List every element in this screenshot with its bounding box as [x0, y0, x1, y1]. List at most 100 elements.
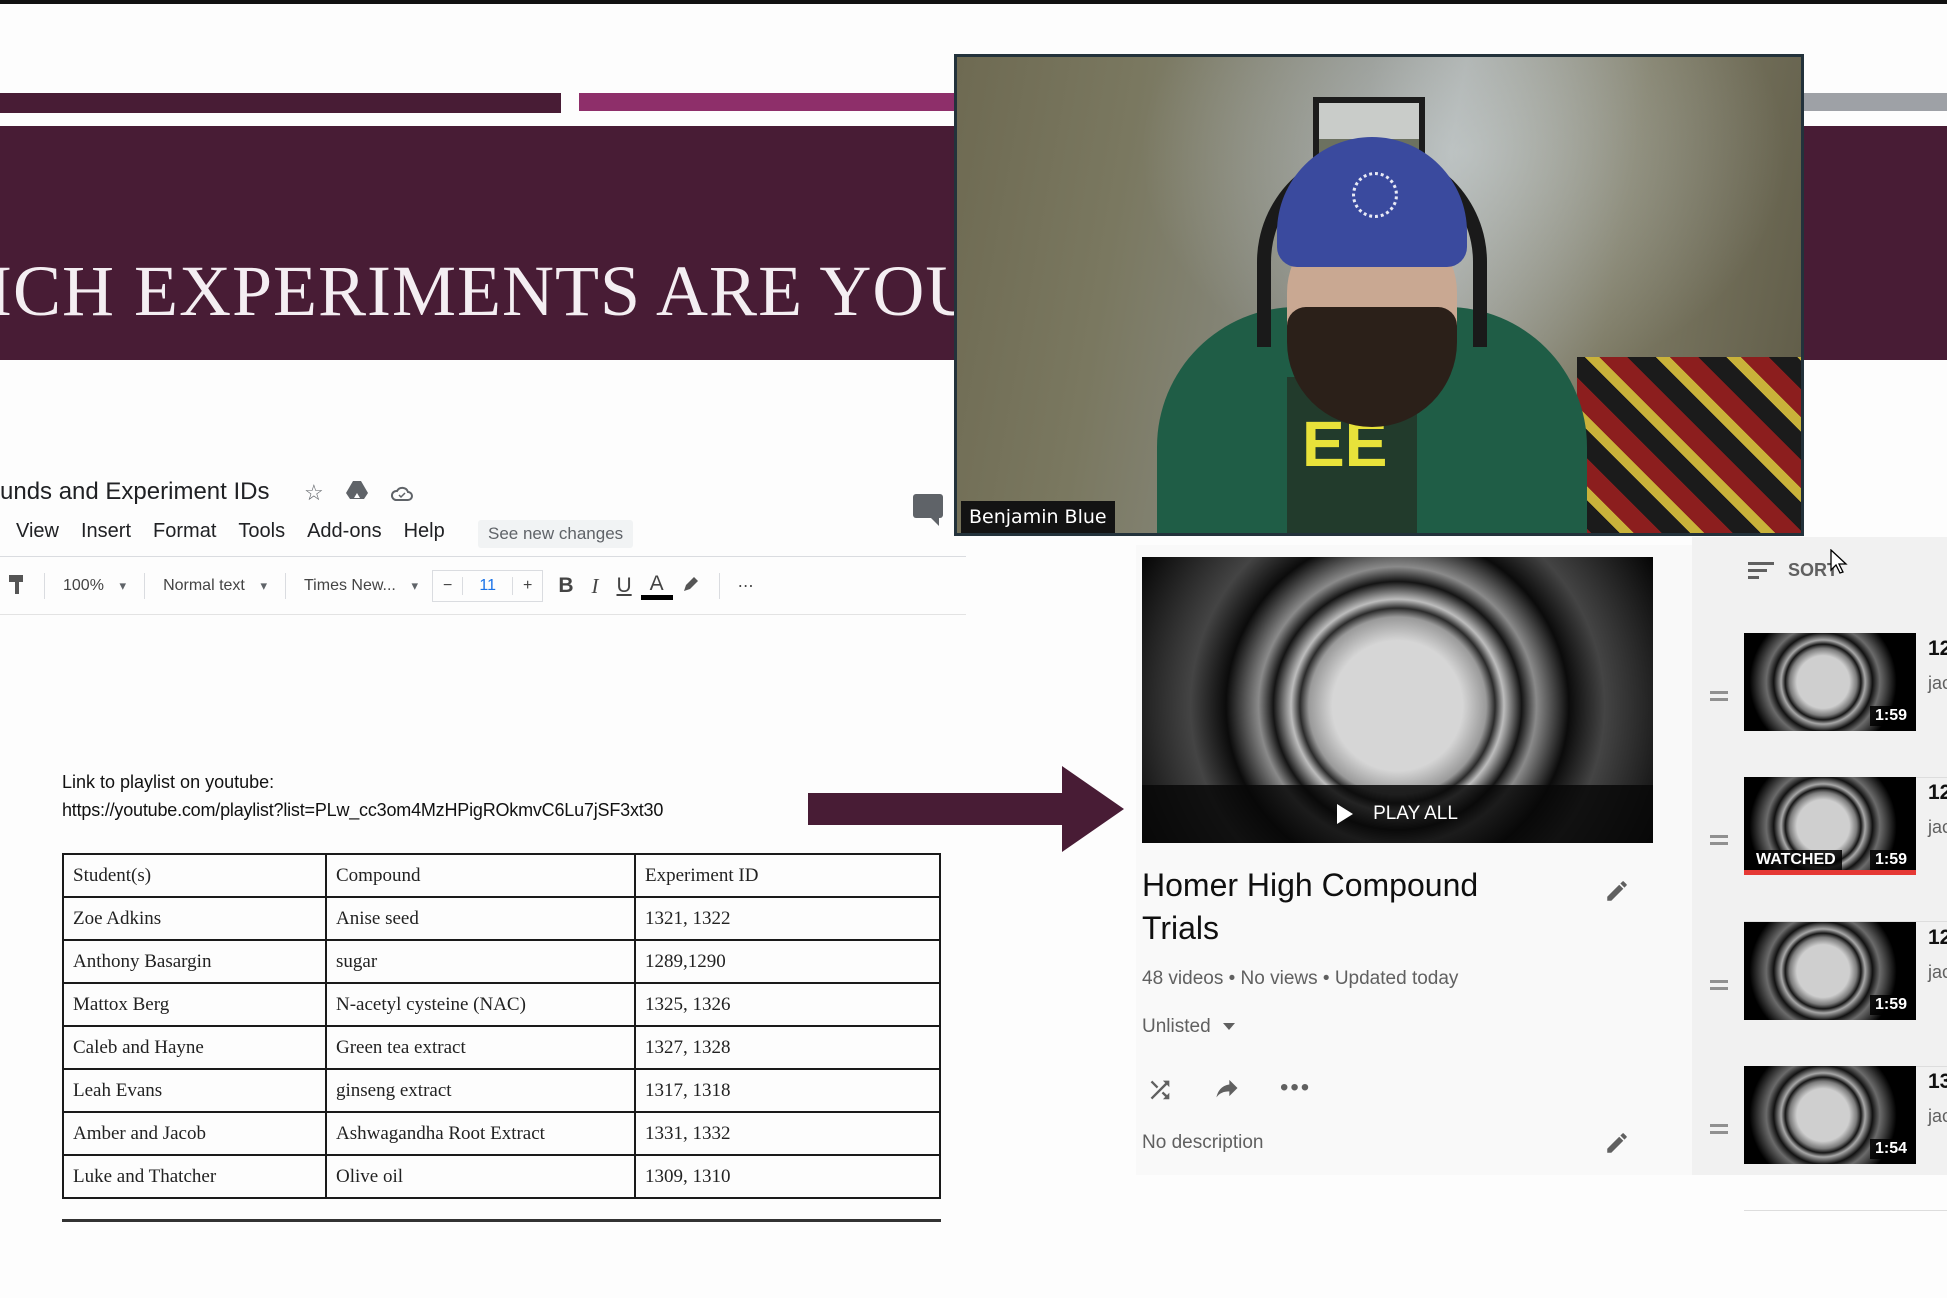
- table-row: Zoe Adkins Anise seed 1321, 1322: [62, 896, 941, 941]
- play-all-button[interactable]: PLAY ALL: [1142, 785, 1653, 843]
- sort-icon: [1748, 561, 1774, 580]
- experiment-id-cell: 1331, 1332: [634, 1111, 941, 1156]
- compound-cell: Ashwagandha Root Extract: [325, 1111, 636, 1156]
- video-duration: 1:59: [1869, 706, 1912, 726]
- video-duration: 1:59: [1869, 850, 1912, 870]
- student-cell: Leah Evans: [62, 1068, 327, 1113]
- video-channel[interactable]: jac: [1928, 962, 1947, 983]
- italic-button[interactable]: I: [582, 574, 607, 599]
- privacy-dropdown[interactable]: Unlisted: [1142, 1016, 1235, 1038]
- edit-description-pencil-icon[interactable]: [1604, 1130, 1630, 1161]
- edit-title-pencil-icon[interactable]: [1604, 878, 1630, 909]
- document-menu-bar: View Insert Format Tools Add-ons Help: [16, 520, 445, 543]
- slide-accent-bar-dark: [0, 93, 561, 113]
- more-actions-icon[interactable]: •••: [1280, 1074, 1311, 1102]
- menu-insert[interactable]: Insert: [81, 520, 131, 543]
- video-channel[interactable]: jac: [1928, 817, 1947, 838]
- compound-cell: ginseng extract: [325, 1068, 636, 1113]
- paragraph-style-select[interactable]: Normal text: [155, 577, 275, 595]
- toolbar-divider-bottom: [0, 614, 966, 615]
- paint-format-icon[interactable]: [0, 573, 34, 600]
- menu-tools[interactable]: Tools: [238, 520, 285, 543]
- playlist-stats: 48 videos • No views • Updated today: [1142, 968, 1459, 989]
- table-row: Luke and Thatcher Olive oil 1309, 1310: [62, 1154, 941, 1199]
- compound-cell: Green tea extract: [325, 1025, 636, 1070]
- table-row: Amber and Jacob Ashwagandha Root Extract 1…: [62, 1111, 941, 1156]
- menu-format[interactable]: Format: [153, 520, 216, 543]
- video-channel[interactable]: jac: [1928, 1106, 1947, 1127]
- beanie-logo: [1352, 172, 1398, 218]
- webcam-video-tile[interactable]: EE Benjamin Blue: [954, 54, 1804, 536]
- play-icon: [1337, 804, 1354, 824]
- playlist-link-label: Link to playlist on youtube:: [62, 772, 275, 792]
- student-cell: Zoe Adkins: [62, 896, 327, 941]
- playlist-video-item[interactable]: 1:59 12 jac: [1692, 633, 1947, 778]
- experiment-id-cell: 1327, 1328: [634, 1025, 941, 1070]
- highlighter-icon[interactable]: [673, 574, 709, 599]
- video-title[interactable]: 12: [1928, 781, 1947, 805]
- text-color-button[interactable]: A: [640, 572, 673, 600]
- star-icon[interactable]: ☆: [304, 480, 324, 506]
- compound-cell: sugar: [325, 939, 636, 984]
- video-duration: 1:54: [1869, 1139, 1912, 1159]
- experiment-id-cell: 1317, 1318: [634, 1068, 941, 1113]
- list-divider: [1744, 1210, 1947, 1211]
- toolbar-divider-top: [0, 556, 966, 557]
- drag-handle-icon[interactable]: [1710, 980, 1728, 990]
- video-title[interactable]: 13: [1928, 1070, 1947, 1094]
- drag-handle-icon[interactable]: [1710, 835, 1728, 845]
- decrease-font-size-button[interactable]: −: [433, 577, 462, 595]
- video-thumbnail[interactable]: 1:59: [1744, 633, 1916, 731]
- bold-button[interactable]: B: [549, 574, 582, 598]
- student-cell: Anthony Basargin: [62, 939, 327, 984]
- experiment-id-cell: 1321, 1322: [634, 896, 941, 941]
- video-title[interactable]: 12: [1928, 637, 1947, 661]
- document-title[interactable]: unds and Experiment IDs: [0, 478, 269, 506]
- cloud-saved-icon[interactable]: [390, 482, 414, 508]
- slide-accent-bar-grey: [1800, 93, 1947, 111]
- increase-font-size-button[interactable]: +: [513, 577, 542, 595]
- screen-top-edge: [0, 0, 1947, 4]
- drag-handle-icon[interactable]: [1710, 691, 1728, 701]
- experiment-id-cell: 1325, 1326: [634, 982, 941, 1027]
- table-row: Leah Evans ginseng extract 1317, 1318: [62, 1068, 941, 1113]
- drive-move-icon[interactable]: [346, 480, 368, 506]
- participant-name-label: Benjamin Blue: [961, 501, 1115, 533]
- compound-cell: N-acetyl cysteine (NAC): [325, 982, 636, 1027]
- menu-help[interactable]: Help: [404, 520, 445, 543]
- compound-cell: Olive oil: [325, 1154, 636, 1199]
- font-family-select[interactable]: Times New...: [296, 577, 426, 595]
- compound-cell: Compound: [325, 853, 636, 898]
- video-title[interactable]: 12: [1928, 926, 1947, 950]
- comment-icon[interactable]: [913, 494, 943, 526]
- student-cell: Caleb and Hayne: [62, 1025, 327, 1070]
- student-cell: Mattox Berg: [62, 982, 327, 1027]
- video-thumbnail[interactable]: 1:54: [1744, 1066, 1916, 1164]
- video-duration: 1:59: [1869, 995, 1912, 1015]
- more-options-button[interactable]: ⋯: [730, 576, 762, 596]
- playlist-title: Homer High Compound Trials: [1142, 867, 1479, 946]
- video-thumbnail[interactable]: WATCHED 1:59: [1744, 777, 1916, 875]
- student-cell: Student(s): [62, 853, 327, 898]
- see-new-changes-button[interactable]: See new changes: [478, 520, 634, 548]
- menu-view[interactable]: View: [16, 520, 59, 543]
- font-size-input[interactable]: 11: [462, 577, 513, 595]
- playlist-link-url[interactable]: https://youtube.com/playlist?list=PLw_cc…: [62, 800, 663, 821]
- playlist-video-item[interactable]: 1:59 12 jac: [1692, 922, 1947, 1067]
- playlist-video-item[interactable]: 1:54 13 jac: [1692, 1066, 1947, 1211]
- playlist-video-item[interactable]: WATCHED 1:59 12 jac: [1692, 777, 1947, 922]
- font-size-stepper: − 11 +: [432, 570, 544, 602]
- underline-button[interactable]: U: [607, 574, 640, 598]
- playlist-description: No description: [1142, 1132, 1264, 1153]
- shuffle-icon[interactable]: [1146, 1076, 1174, 1111]
- experiment-id-cell: 1289,1290: [634, 939, 941, 984]
- sort-button[interactable]: SORT: [1748, 560, 1838, 581]
- drag-handle-icon[interactable]: [1710, 1124, 1728, 1134]
- video-channel[interactable]: jac: [1928, 673, 1947, 694]
- zoom-select[interactable]: 100%: [55, 577, 134, 595]
- experiment-id-cell: Experiment ID: [634, 853, 941, 898]
- watched-badge: WATCHED: [1750, 850, 1842, 870]
- video-thumbnail[interactable]: 1:59: [1744, 922, 1916, 1020]
- menu-add-ons[interactable]: Add-ons: [307, 520, 382, 543]
- share-icon[interactable]: [1212, 1074, 1242, 1109]
